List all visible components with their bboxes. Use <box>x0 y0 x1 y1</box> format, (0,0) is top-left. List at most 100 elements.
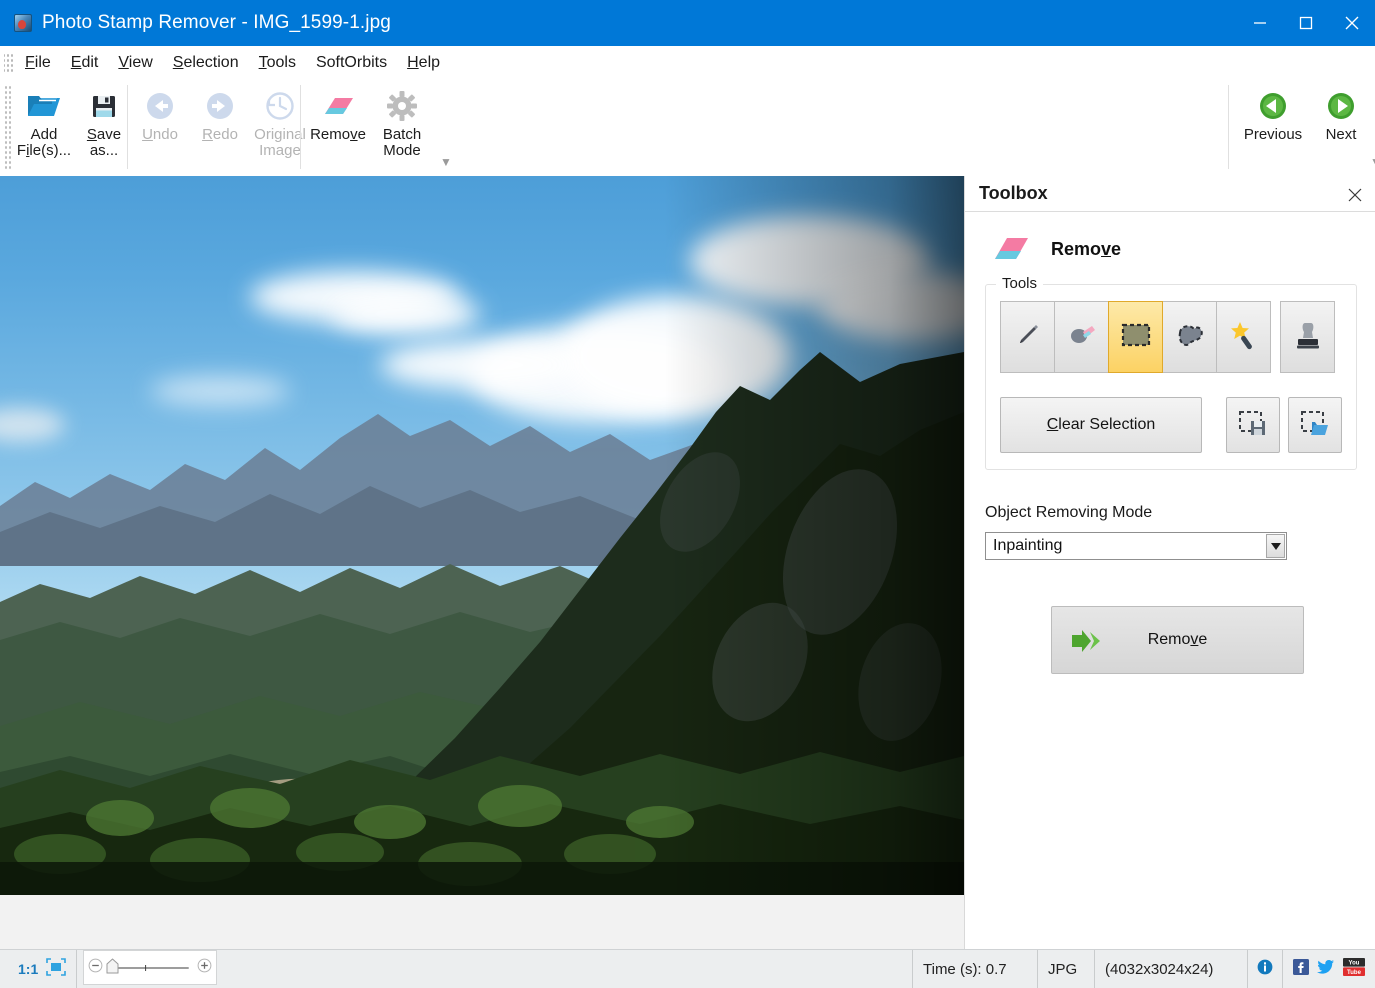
zoom-out-icon[interactable] <box>88 958 103 977</box>
object-removing-mode-value: Inpainting <box>993 537 1062 555</box>
previous-label: Previous <box>1244 127 1302 143</box>
menu-softorbits[interactable]: SoftOrbits <box>306 51 397 75</box>
remove-button[interactable]: Remove <box>1051 606 1304 674</box>
tool-eraser[interactable] <box>1054 301 1109 373</box>
menu-view[interactable]: View <box>108 51 162 75</box>
ribbon-group-file: AddFile(s)... Saveas... <box>14 83 134 173</box>
load-selection-icon <box>1300 409 1330 442</box>
eraser-icon <box>319 89 357 123</box>
green-double-arrow-icon <box>1070 627 1110 660</box>
tool-stamp[interactable] <box>1280 301 1335 373</box>
chevron-down-icon[interactable] <box>1266 534 1285 558</box>
ribbon-group-actions: Remove <box>304 83 432 173</box>
menu-edit[interactable]: Edit <box>61 51 109 75</box>
green-right-arrow-icon <box>1326 89 1356 123</box>
ribbon-overflow-icon[interactable]: ▼ <box>440 155 452 169</box>
ribbon-group-navigation: Previous Next ▼ <box>1238 83 1374 173</box>
close-icon[interactable] <box>1345 185 1365 205</box>
remove-ribbon-button[interactable]: Remove <box>304 83 372 143</box>
remove-button-label: Remove <box>1148 631 1208 649</box>
menu-bar: FFileile Edit View Selection Tools SoftO… <box>0 46 1375 79</box>
tool-buttons-row <box>1000 301 1342 373</box>
photo-image[interactable]: SHOT ON MI 9T AI TRIPLE CAMERA <box>0 176 964 895</box>
toolbox-title: Toolbox <box>979 183 1048 204</box>
ribbon-separator-1 <box>127 85 128 169</box>
original-image-button[interactable]: OriginalImage <box>250 83 310 159</box>
ribbon-overflow-icon-2[interactable]: ▼ <box>1370 155 1375 169</box>
toolbox-body: Remove Tools <box>965 212 1375 674</box>
tool-rectangular[interactable] <box>1108 301 1163 373</box>
social-links: You Tube <box>1283 950 1375 988</box>
tool-magic-wand[interactable] <box>1216 301 1271 373</box>
minimize-button[interactable] <box>1237 0 1283 46</box>
zoom-in-icon[interactable] <box>197 958 212 977</box>
facebook-icon[interactable] <box>1293 959 1309 979</box>
load-selection-button[interactable] <box>1288 397 1342 453</box>
eraser-icon <box>989 232 1033 266</box>
ribbon-gripper[interactable] <box>4 85 13 169</box>
save-as-button[interactable]: Saveas... <box>74 83 134 159</box>
toolbox-section-header: Remove <box>989 232 1359 266</box>
window-title: Photo Stamp Remover - IMG_1599-1.jpg <box>42 12 391 34</box>
info-cell[interactable] <box>1248 950 1282 988</box>
menu-tools[interactable]: Tools <box>249 51 306 75</box>
format-cell: JPG <box>1038 950 1094 988</box>
redo-label: Redo <box>202 127 238 143</box>
menu-file[interactable]: FFileile <box>15 51 61 75</box>
ribbon-toolbar: AddFile(s)... Saveas... <box>0 79 1375 176</box>
menu-help[interactable]: Help <box>397 51 450 75</box>
clear-selection-button[interactable]: Clear Selection <box>1000 397 1202 453</box>
original-image-label: OriginalImage <box>254 127 306 159</box>
status-spacer <box>217 950 912 988</box>
menu-selection[interactable]: Selection <box>163 51 249 75</box>
tools-group: Tools <box>985 284 1357 470</box>
batch-mode-label: BatchMode <box>383 127 421 159</box>
add-files-button[interactable]: AddFile(s)... <box>14 83 74 159</box>
menu-gripper[interactable] <box>4 52 13 74</box>
tool-marker[interactable] <box>1000 301 1055 373</box>
floppy-disk-icon <box>89 89 119 123</box>
zoom-slider[interactable] <box>83 950 217 985</box>
save-selection-button[interactable] <box>1226 397 1280 453</box>
open-folder-icon <box>26 89 62 123</box>
zoom-slider-thumb[interactable] <box>106 958 119 978</box>
image-canvas-area[interactable]: SHOT ON MI 9T AI TRIPLE CAMERA <box>0 176 964 949</box>
maximize-button[interactable] <box>1283 0 1329 46</box>
time-cell: Time (s): 0.7 <box>913 950 1037 988</box>
redo-button[interactable]: Redo <box>190 83 250 143</box>
green-left-arrow-icon <box>1258 89 1288 123</box>
magic-wand-icon <box>1228 320 1260 355</box>
tool-lasso[interactable] <box>1162 301 1217 373</box>
save-as-label: Saveas... <box>87 127 121 159</box>
undo-label: Undo <box>142 127 178 143</box>
redo-arrow-icon <box>204 89 236 123</box>
batch-mode-button[interactable]: BatchMode <box>372 83 432 159</box>
youtube-icon[interactable]: You Tube <box>1343 958 1365 980</box>
photo-vignette <box>664 176 964 895</box>
eraser-tool-icon <box>1067 321 1097 354</box>
twitter-icon[interactable] <box>1317 959 1335 979</box>
undo-button[interactable]: Undo <box>130 83 190 143</box>
zoom-ratio-value[interactable]: 1:1 <box>10 961 38 977</box>
rectangular-selection-icon <box>1120 322 1152 353</box>
ribbon-group-history: Undo Redo <box>130 83 310 173</box>
fit-to-screen-icon[interactable] <box>46 958 66 980</box>
clock-history-icon <box>264 89 296 123</box>
undo-arrow-icon <box>144 89 176 123</box>
previous-button[interactable]: Previous <box>1238 83 1308 143</box>
zoom-slider-track[interactable] <box>106 960 194 976</box>
selection-actions-row: Clear Selection <box>1000 397 1342 453</box>
lasso-icon <box>1174 321 1206 354</box>
object-removing-mode-select[interactable]: Inpainting <box>985 532 1287 560</box>
add-files-label: AddFile(s)... <box>17 127 71 159</box>
save-selection-icon <box>1238 409 1268 442</box>
stamp-icon <box>1294 320 1322 355</box>
toolbox-panel: Toolbox Remove Tools <box>964 176 1375 949</box>
svg-text:You: You <box>1349 961 1360 967</box>
next-button[interactable]: Next <box>1308 83 1374 143</box>
dimensions-cell: (4032x3024x24) <box>1095 950 1247 988</box>
pencil-icon <box>1014 321 1042 354</box>
info-icon[interactable] <box>1257 959 1273 979</box>
zoom-ratio-cell: 1:1 <box>0 950 76 988</box>
close-button[interactable] <box>1329 0 1375 46</box>
